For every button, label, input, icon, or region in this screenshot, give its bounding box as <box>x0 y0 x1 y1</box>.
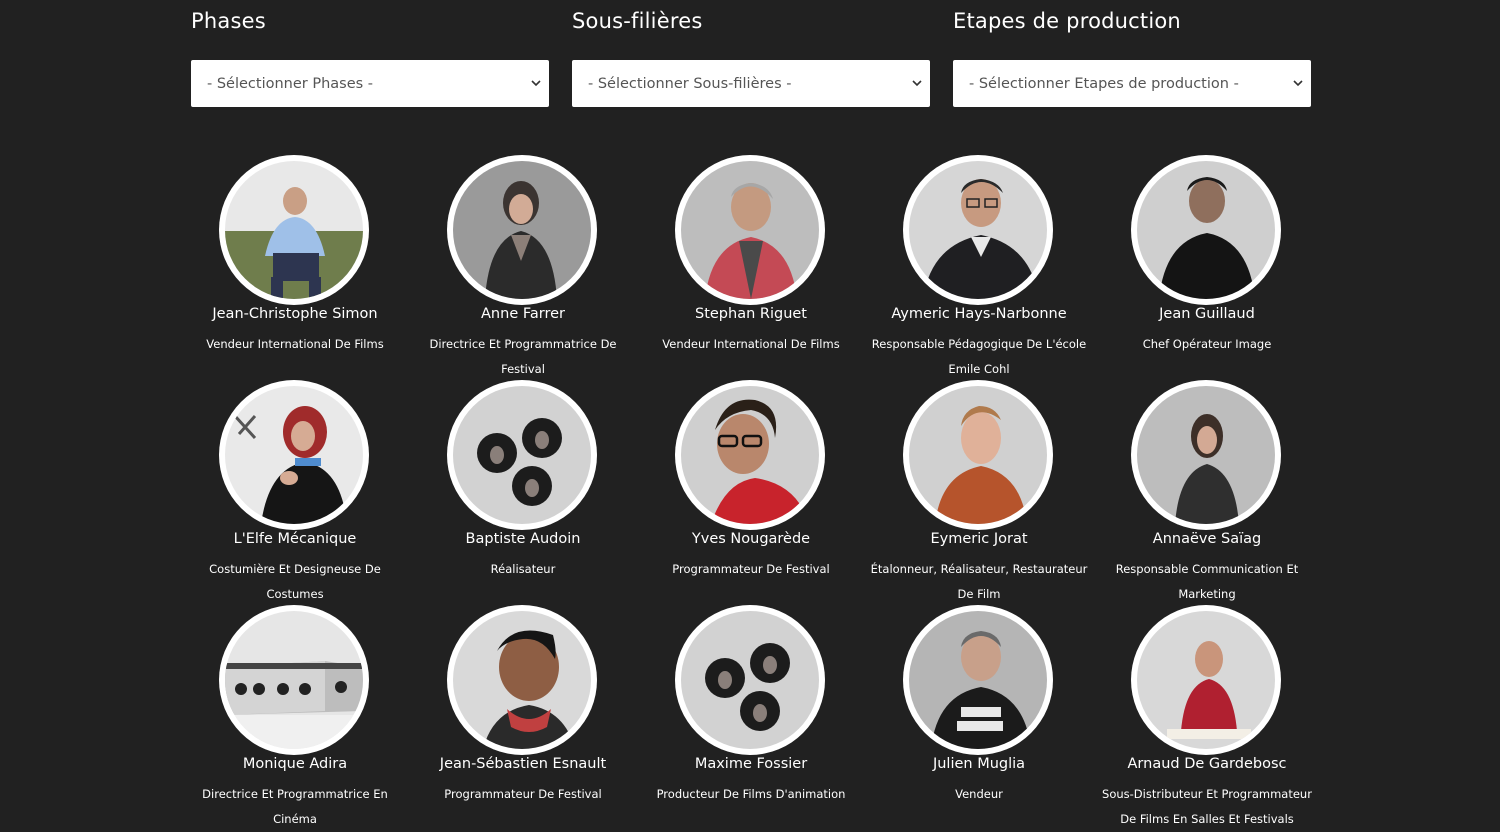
avatar[interactable] <box>903 380 1053 530</box>
portrait-photo <box>1137 611 1275 749</box>
avatar[interactable] <box>447 380 597 530</box>
avatar[interactable] <box>219 605 369 755</box>
person-card[interactable]: Anne Farrer Directrice Et Programmatrice… <box>409 155 637 380</box>
phases-select[interactable]: - Sélectionner Phases - <box>191 60 549 107</box>
person-role: Producteur De Films D'animation <box>656 787 846 801</box>
portrait-photo <box>681 161 819 299</box>
chevron-down-icon <box>1293 79 1303 86</box>
avatar[interactable] <box>219 380 369 530</box>
person-role: Programmateur De Festival <box>672 562 830 576</box>
person-name[interactable]: Yves Nougarède <box>637 531 865 547</box>
person-card[interactable]: Jean Guillaud Chef Opérateur Image <box>1093 155 1321 380</box>
person-role: Programmateur De Festival <box>444 787 602 801</box>
avatar[interactable] <box>447 155 597 305</box>
person-role: Étalonneur, Réalisateur, Restaurateur De… <box>870 562 1088 601</box>
avatar[interactable] <box>1131 380 1281 530</box>
person-card[interactable]: Eymeric Jorat Étalonneur, Réalisateur, R… <box>865 380 1093 605</box>
person-name[interactable]: Anne Farrer <box>409 306 637 322</box>
person-name[interactable]: Monique Adira <box>181 756 409 772</box>
person-name[interactable]: Aymeric Hays-Narbonne <box>865 306 1093 322</box>
avatar[interactable] <box>675 380 825 530</box>
sous-filieres-select-value: - Sélectionner Sous-filières - <box>588 75 792 92</box>
person-card[interactable]: Monique Adira Directrice Et Programmatri… <box>181 605 409 830</box>
portrait-photo <box>453 161 591 299</box>
person-role: Directrice Et Programmatrice De Festival <box>429 337 617 376</box>
portrait-photo <box>909 161 1047 299</box>
portrait-photo <box>909 611 1047 749</box>
chevron-down-icon <box>912 79 922 86</box>
person-name[interactable]: Baptiste Audoin <box>409 531 637 547</box>
etapes-select-value: - Sélectionner Etapes de production - <box>969 75 1239 92</box>
sous-filieres-select[interactable]: - Sélectionner Sous-filières - <box>572 60 930 107</box>
person-role: Vendeur International De Films <box>662 337 840 351</box>
person-name[interactable]: Jean-Christophe Simon <box>181 306 409 322</box>
phases-select-value: - Sélectionner Phases - <box>207 75 374 92</box>
person-role: Sous-Distributeur Et Programmateur De Fi… <box>1102 787 1312 826</box>
portrait-photo <box>453 611 591 749</box>
person-card[interactable]: Julien Muglia Vendeur <box>865 605 1093 830</box>
person-card[interactable]: Aymeric Hays-Narbonne Responsable Pédago… <box>865 155 1093 380</box>
person-card[interactable]: Arnaud De Gardebosc Sous-Distributeur Et… <box>1093 605 1321 830</box>
person-name[interactable]: Jean Guillaud <box>1093 306 1321 322</box>
person-card[interactable]: Yves Nougarède Programmateur De Festival <box>637 380 865 605</box>
filter-label-sous-filieres: Sous-filières <box>572 9 703 33</box>
portrait-photo <box>225 161 363 299</box>
person-role: Réalisateur <box>490 562 556 576</box>
person-role: Responsable Communication Et Marketing <box>1115 562 1299 601</box>
person-name[interactable]: Maxime Fossier <box>637 756 865 772</box>
filter-label-phases: Phases <box>191 9 266 33</box>
person-card[interactable]: Baptiste Audoin Réalisateur <box>409 380 637 605</box>
person-name[interactable]: Jean-Sébastien Esnault <box>409 756 637 772</box>
avatar[interactable] <box>1131 155 1281 305</box>
person-role: Vendeur <box>955 787 1003 801</box>
person-card[interactable]: Annaëve Saïag Responsable Communication … <box>1093 380 1321 605</box>
portrait-photo <box>681 386 819 524</box>
person-role: Responsable Pédagogique De L'école Emile… <box>871 337 1087 376</box>
etapes-select[interactable]: - Sélectionner Etapes de production - <box>953 60 1311 107</box>
avatar[interactable] <box>675 605 825 755</box>
person-card[interactable]: Stephan Riguet Vendeur International De … <box>637 155 865 380</box>
people-grid: Jean-Christophe Simon Vendeur Internatio… <box>181 155 1321 826</box>
cinema-building-photo <box>225 611 363 749</box>
person-card[interactable]: Maxime Fossier Producteur De Films D'ani… <box>637 605 865 830</box>
avatar[interactable] <box>675 155 825 305</box>
portrait-photo <box>1137 161 1275 299</box>
person-name[interactable]: L'Elfe Mécanique <box>181 531 409 547</box>
person-role: Directrice Et Programmatrice En Cinéma <box>202 787 388 826</box>
portrait-photo <box>909 386 1047 524</box>
person-name[interactable]: Julien Muglia <box>865 756 1093 772</box>
person-role: Vendeur International De Films <box>206 337 384 351</box>
placeholder-avatar-icon <box>681 611 819 749</box>
filter-label-etapes: Etapes de production <box>953 9 1181 33</box>
person-role: Costumière Et Designeuse De Costumes <box>209 562 381 601</box>
avatar[interactable] <box>1131 605 1281 755</box>
person-name[interactable]: Annaëve Saïag <box>1093 531 1321 547</box>
filters-bar: Phases - Sélectionner Phases - Sous-fili… <box>0 0 1500 120</box>
person-role: Chef Opérateur Image <box>1142 337 1272 351</box>
portrait-photo <box>1137 386 1275 524</box>
person-name[interactable]: Eymeric Jorat <box>865 531 1093 547</box>
placeholder-avatar-icon <box>453 386 591 524</box>
avatar[interactable] <box>903 605 1053 755</box>
avatar[interactable] <box>903 155 1053 305</box>
person-card[interactable]: Jean-Christophe Simon Vendeur Internatio… <box>181 155 409 380</box>
avatar[interactable] <box>447 605 597 755</box>
person-name[interactable]: Stephan Riguet <box>637 306 865 322</box>
avatar[interactable] <box>219 155 369 305</box>
person-card[interactable]: Jean-Sébastien Esnault Programmateur De … <box>409 605 637 830</box>
person-card[interactable]: L'Elfe Mécanique Costumière Et Designeus… <box>181 380 409 605</box>
chevron-down-icon <box>531 79 541 86</box>
portrait-photo <box>225 386 363 524</box>
person-name[interactable]: Arnaud De Gardebosc <box>1093 756 1321 772</box>
